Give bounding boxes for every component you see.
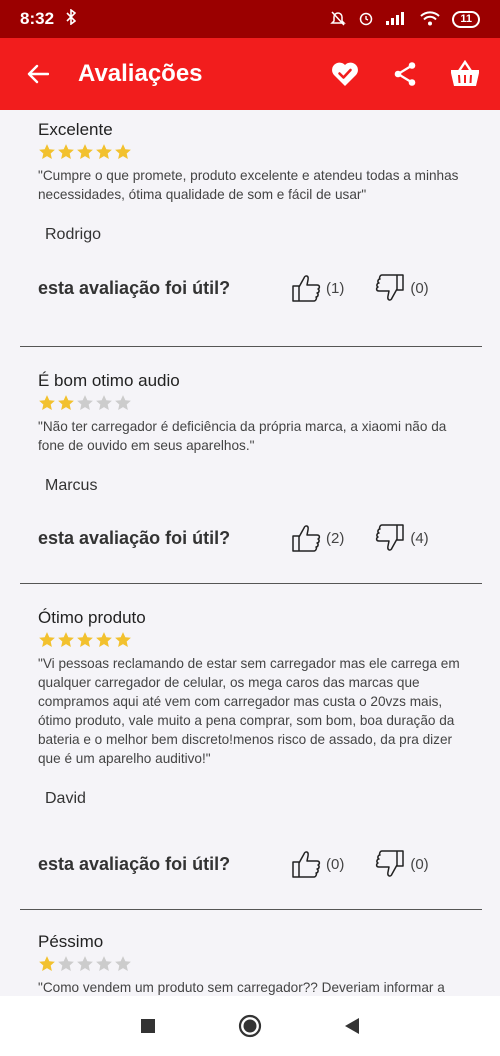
thumbs-down-button[interactable]: (0)	[374, 848, 429, 880]
review-title: Excelente	[38, 120, 113, 139]
basket-icon	[451, 60, 479, 86]
circle-icon	[238, 1014, 262, 1038]
mute-icon	[330, 10, 347, 29]
helpful-label: esta avaliação foi útil?	[38, 527, 231, 548]
review-title: É bom otimo audio	[38, 371, 180, 390]
recents-button[interactable]	[140, 1018, 156, 1034]
star-empty-icon	[96, 395, 112, 410]
review-title: Ótimo produto	[38, 608, 146, 627]
star-rating	[38, 394, 482, 412]
reviews-list[interactable]: Excelente "Cumpre o que promete, produto…	[20, 110, 482, 996]
star-empty-icon	[58, 956, 74, 971]
share-button[interactable]	[382, 51, 428, 97]
thumbs-up-button[interactable]: (1)	[290, 272, 344, 304]
review-author: David	[45, 790, 86, 807]
home-button[interactable]	[238, 1014, 262, 1038]
star-filled-icon	[58, 144, 74, 159]
review-title: Péssimo	[38, 932, 104, 951]
star-filled-icon	[39, 395, 55, 410]
star-filled-icon	[58, 632, 74, 647]
arrow-left-icon	[27, 64, 49, 84]
star-empty-icon	[96, 956, 112, 971]
downvote-count: (4)	[410, 529, 429, 547]
star-filled-icon	[96, 144, 112, 159]
bluetooth-icon	[66, 7, 77, 30]
review-card: Excelente "Cumpre o que promete, produto…	[20, 110, 482, 347]
star-filled-icon	[115, 632, 131, 647]
helpful-label: esta avaliação foi útil?	[38, 277, 231, 298]
star-empty-icon	[77, 956, 93, 971]
signal-icon	[386, 11, 408, 28]
star-rating	[38, 955, 482, 973]
star-filled-icon	[77, 632, 93, 647]
downvote-count: (0)	[410, 855, 429, 873]
star-filled-icon	[58, 395, 74, 410]
helpful-row: esta avaliação foi útil? (2) (4)	[38, 522, 482, 554]
review-text: "Cumpre o que promete, produto excelente…	[38, 168, 459, 202]
upvote-count: (0)	[326, 855, 345, 873]
review-text: "Vi pessoas reclamando de estar sem carr…	[38, 656, 460, 766]
star-filled-icon	[39, 632, 55, 647]
heart-check-icon	[332, 62, 358, 86]
star-filled-icon	[115, 144, 131, 159]
alarm-icon	[358, 10, 374, 29]
review-card: Péssimo "Como vendem um produto sem carr…	[20, 910, 482, 996]
downvote-count: (0)	[410, 279, 429, 297]
upvote-count: (1)	[326, 279, 345, 297]
wifi-icon	[420, 10, 441, 29]
star-filled-icon	[39, 956, 55, 971]
thumbs-up-icon	[292, 525, 321, 552]
favorite-button[interactable]	[322, 51, 368, 97]
thumbs-up-icon	[292, 851, 321, 878]
star-filled-icon	[77, 144, 93, 159]
cart-button[interactable]	[442, 51, 488, 97]
review-text: "Como vendem um produto sem carregador??…	[38, 980, 445, 995]
helpful-row: esta avaliação foi útil? (1) (0)	[38, 272, 482, 304]
thumbs-down-button[interactable]: (0)	[374, 272, 429, 304]
star-filled-icon	[96, 632, 112, 647]
star-empty-icon	[77, 395, 93, 410]
review-author: Marcus	[45, 477, 98, 494]
review-text: "Não ter carregador é deficiência da pró…	[38, 419, 447, 453]
triangle-back-icon	[345, 1018, 359, 1034]
helpful-row: esta avaliação foi útil? (0) (0)	[38, 848, 482, 880]
thumbs-up-button[interactable]: (0)	[290, 848, 344, 880]
review-card: É bom otimo audio "Não ter carregador é …	[20, 347, 482, 584]
thumbs-down-icon	[376, 274, 405, 301]
system-nav-bar	[0, 996, 500, 1056]
upvote-count: (2)	[326, 529, 345, 547]
share-icon	[394, 62, 416, 86]
review-card: Ótimo produto "Vi pessoas reclamando de …	[20, 584, 482, 910]
thumbs-down-icon	[376, 524, 405, 551]
back-button[interactable]	[14, 50, 62, 98]
star-rating	[38, 143, 482, 161]
battery-indicator: 11	[452, 10, 480, 28]
page-title: Avaliações	[78, 60, 203, 87]
status-bar: 8:32 11	[0, 0, 500, 38]
thumbs-up-icon	[292, 275, 321, 302]
star-empty-icon	[115, 395, 131, 410]
star-filled-icon	[39, 144, 55, 159]
back-nav-button[interactable]	[344, 1017, 360, 1035]
square-icon	[141, 1019, 155, 1033]
star-rating	[38, 631, 482, 649]
thumbs-down-button[interactable]: (4)	[374, 522, 429, 554]
app-bar: Avaliações	[0, 38, 500, 110]
helpful-label: esta avaliação foi útil?	[38, 853, 231, 874]
review-author: Rodrigo	[45, 226, 102, 243]
thumbs-up-button[interactable]: (2)	[290, 522, 344, 554]
thumbs-down-icon	[376, 850, 405, 877]
star-empty-icon	[115, 956, 131, 971]
status-time: 8:32	[20, 9, 55, 28]
